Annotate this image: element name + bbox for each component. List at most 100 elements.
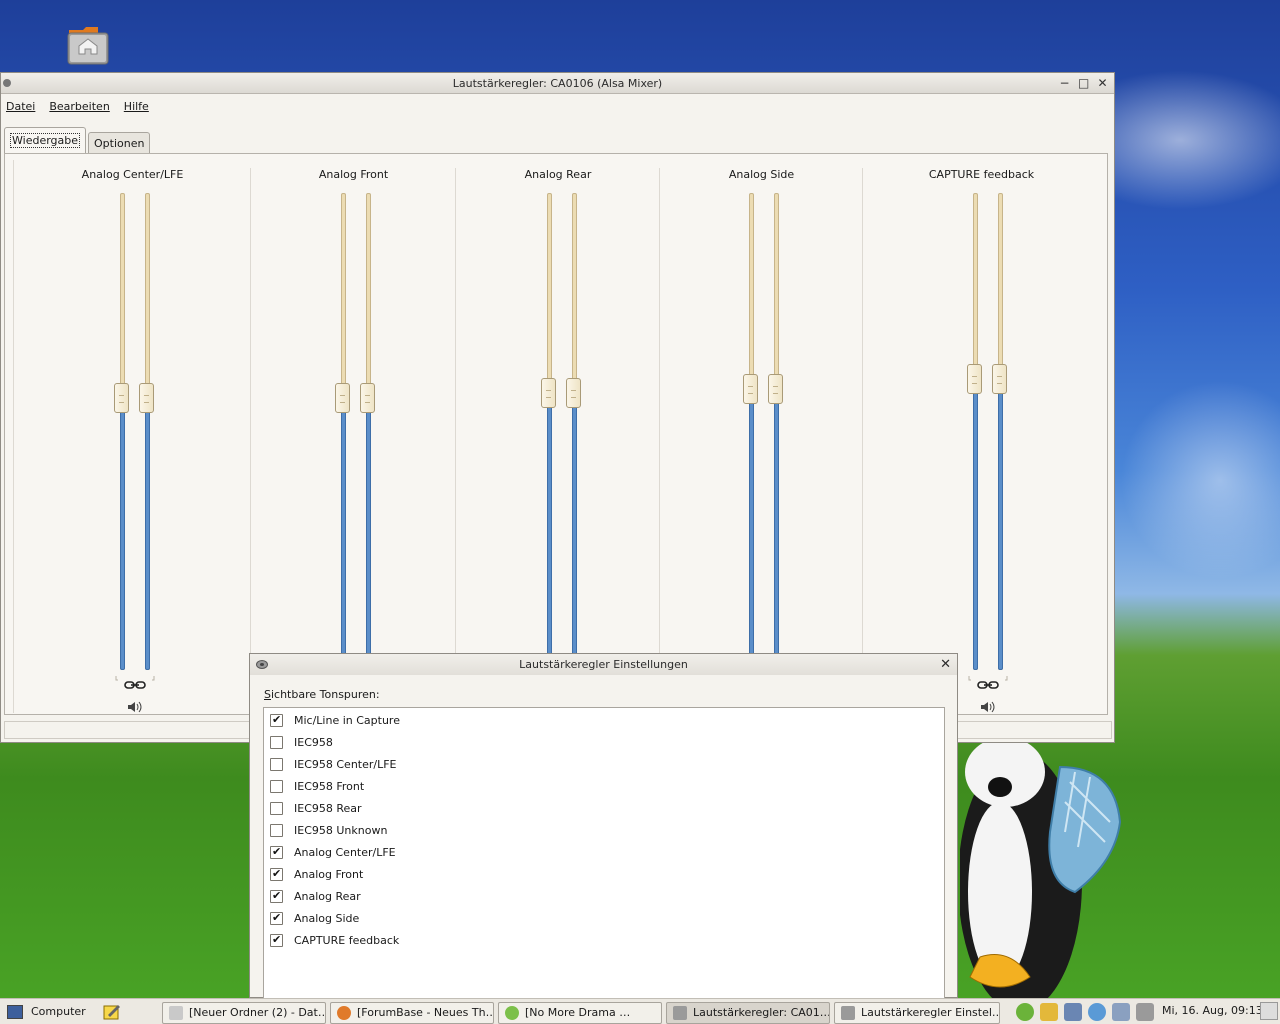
track-checkbox-row[interactable]: Mic/Line in Capture — [270, 711, 400, 729]
menu-datei[interactable]: Datei — [6, 100, 35, 113]
mute-speaker-icon[interactable] — [979, 700, 997, 714]
network-tray-icon[interactable] — [1064, 1003, 1082, 1021]
track-checkbox-row[interactable]: Analog Center/LFE — [270, 843, 396, 861]
track-label: IEC958 Rear — [294, 801, 362, 815]
settings-dialog-titlebar[interactable]: Lautstärkeregler Einstellungen ✕ — [250, 654, 957, 675]
track-label: Mic/Line in Capture — [294, 713, 400, 727]
slider-handle[interactable] — [967, 364, 982, 394]
taskbar-window-button[interactable]: [ForumBase - Neues Th… — [330, 1002, 494, 1024]
channel-title: Analog Rear — [524, 168, 592, 181]
slider-handle[interactable] — [360, 383, 375, 413]
mixer-window-titlebar[interactable]: Lautstärkeregler: CA0106 (Alsa Mixer) − … — [1, 73, 1114, 94]
visible-tracks-label-mnemonic: S — [264, 688, 271, 701]
volume-tray-icon[interactable] — [1136, 1003, 1154, 1021]
slider-handle[interactable] — [768, 374, 783, 404]
window-menu-icon[interactable] — [3, 79, 11, 87]
minimize-icon[interactable]: − — [1059, 77, 1070, 89]
track-checkbox-row[interactable]: IEC958 — [270, 733, 333, 751]
channel-strip: Analog Center/LFE — [14, 168, 251, 716]
update-tray-icon[interactable] — [1088, 1003, 1106, 1021]
maximize-icon[interactable]: □ — [1078, 77, 1089, 89]
track-label: IEC958 Unknown — [294, 823, 388, 837]
channel-title: Analog Front — [318, 168, 389, 181]
volume-slider-right[interactable] — [566, 193, 581, 670]
track-label: CAPTURE feedback — [294, 933, 400, 947]
show-desktop-button[interactable] — [1260, 1002, 1278, 1020]
track-checkbox[interactable] — [270, 867, 283, 881]
track-checkbox[interactable] — [270, 911, 283, 925]
track-checkbox-row[interactable]: IEC958 Front — [270, 777, 364, 795]
folder-icon — [169, 1006, 183, 1020]
slider-handle[interactable] — [139, 383, 154, 413]
visible-tracks-list[interactable]: Mic/Line in Capture IEC958 IEC958 Center/L… — [263, 707, 945, 1007]
slider-fill — [341, 398, 346, 670]
close-icon[interactable]: ✕ — [940, 654, 951, 675]
track-checkbox[interactable] — [270, 933, 283, 947]
track-checkbox[interactable] — [270, 801, 283, 815]
track-label: IEC958 — [294, 735, 333, 749]
volume-slider-right[interactable] — [360, 193, 375, 670]
track-checkbox-row[interactable]: IEC958 Center/LFE — [270, 755, 397, 773]
track-checkbox[interactable] — [270, 757, 283, 771]
home-folder-icon[interactable] — [66, 24, 110, 66]
computer-menu-button[interactable]: Computer — [0, 1004, 96, 1019]
track-checkbox-row[interactable]: Analog Front — [270, 865, 363, 883]
volume-slider-right[interactable] — [992, 193, 1007, 670]
taskbar-window-button[interactable]: [No More Drama … — [498, 1002, 662, 1024]
volume-slider-left[interactable] — [335, 193, 350, 670]
slider-fill — [145, 398, 150, 670]
volume-slider-left[interactable] — [967, 193, 982, 670]
display-tray-icon[interactable] — [1112, 1003, 1130, 1021]
taskbar-window-label: Lautstärkeregler: CA01… — [693, 1006, 830, 1019]
track-checkbox[interactable] — [270, 735, 283, 749]
slider-handle[interactable] — [335, 383, 350, 413]
slider-handle[interactable] — [992, 364, 1007, 394]
track-checkbox[interactable] — [270, 889, 283, 903]
channel-area: Analog Center/LFE Analog Front Analog Rear… — [13, 160, 1099, 716]
tab-optionen[interactable]: Optionen — [88, 132, 151, 154]
track-checkbox[interactable] — [270, 823, 283, 837]
slider-handle[interactable] — [566, 378, 581, 408]
volume-slider-left[interactable] — [114, 193, 129, 670]
slider-handle[interactable] — [743, 374, 758, 404]
mixer-window-title: Lautstärkeregler: CA0106 (Alsa Mixer) — [452, 77, 663, 90]
volume-slider-left[interactable] — [743, 193, 758, 670]
amarok-tray-icon[interactable] — [1016, 1003, 1034, 1021]
mute-speaker-icon[interactable] — [126, 700, 144, 714]
track-checkbox-row[interactable]: CAPTURE feedback — [270, 931, 399, 949]
track-checkbox-row[interactable]: IEC958 Rear — [270, 799, 362, 817]
track-checkbox[interactable] — [270, 779, 283, 793]
track-checkbox-row[interactable]: Analog Side — [270, 909, 359, 927]
close-icon[interactable]: ✕ — [1097, 77, 1108, 89]
slider-handle[interactable] — [114, 383, 129, 413]
playback-panel: Analog Center/LFE Analog Front Analog Rear… — [4, 153, 1108, 716]
firefox-icon — [337, 1006, 351, 1020]
volume-slider-left[interactable] — [541, 193, 556, 670]
lock-channels-icon[interactable] — [115, 676, 155, 690]
track-label: Analog Front — [294, 867, 364, 881]
notes-icon[interactable] — [102, 1003, 122, 1021]
track-checkbox[interactable] — [270, 713, 283, 727]
computer-menu-label: Computer — [31, 1005, 86, 1018]
lock-tray-icon[interactable] — [1040, 1003, 1058, 1021]
taskbar-window-button[interactable]: Lautstärkeregler: CA01… — [666, 1002, 830, 1024]
taskbar-window-button[interactable]: Lautstärkeregler Einstel… — [834, 1002, 1000, 1024]
slider-handle[interactable] — [541, 378, 556, 408]
menu-bearbeiten[interactable]: Bearbeiten — [49, 100, 109, 113]
taskbar-window-label: [ForumBase - Neues Th… — [357, 1006, 494, 1019]
track-label: Analog Center/LFE — [294, 845, 396, 859]
tab-wiedergabe[interactable]: Wiedergabe — [4, 127, 87, 154]
volume-slider-right[interactable] — [768, 193, 783, 670]
track-checkbox-row[interactable]: Analog Rear — [270, 887, 361, 905]
lock-channels-icon[interactable] — [968, 676, 1008, 690]
channel-title: CAPTURE feedback — [928, 168, 1035, 181]
track-checkbox[interactable] — [270, 845, 283, 859]
menu-hilfe[interactable]: Hilfe — [124, 100, 149, 113]
taskbar-window-button[interactable]: [Neuer Ordner (2) - Dat… — [162, 1002, 326, 1024]
tab-wiedergabe-label: Wiedergabe — [10, 133, 81, 148]
track-label: IEC958 Center/LFE — [294, 757, 397, 771]
clock[interactable]: Mi, 16. Aug, 09:13 — [1162, 1004, 1263, 1017]
volume-slider-right[interactable] — [139, 193, 154, 670]
track-checkbox-row[interactable]: IEC958 Unknown — [270, 821, 387, 839]
channel-title: Analog Side — [728, 168, 795, 181]
